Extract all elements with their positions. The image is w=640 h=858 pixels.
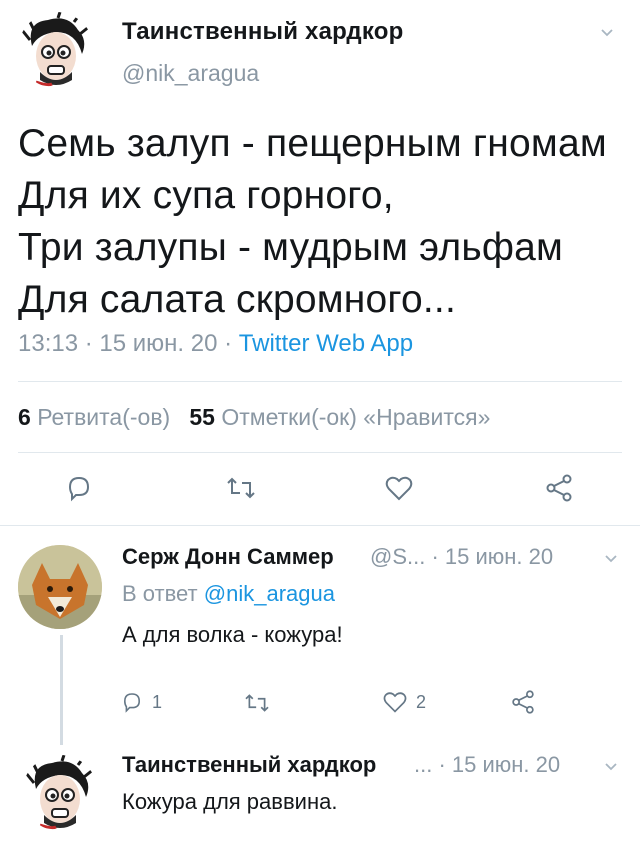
reply-count: 1 [152,691,163,712]
reply-avatar[interactable] [18,545,102,629]
retweet-icon[interactable] [244,692,270,714]
retweets-label: Ретвита(-ов) [37,404,171,430]
author-avatar[interactable] [18,12,94,88]
chevron-down-icon[interactable] [604,760,618,774]
author-name[interactable]: Таинственный хардкор [122,18,403,46]
like-icon [383,692,407,713]
like-icon[interactable] [384,474,414,502]
reply-handle[interactable]: ... [414,752,432,777]
main-tweet: Таинственный хардкор @nik_aragua Семь за… [0,0,640,525]
chevron-down-icon[interactable] [600,26,614,40]
tweet-date[interactable]: 15 июн. 20 [99,330,217,357]
likes-stat[interactable]: 55 Отметки(-ок) «Нравится» [189,404,490,430]
reply-avatar[interactable] [22,755,98,831]
reply-date[interactable]: · 15 июн. 20 [425,544,553,569]
reply-text: Кожура для раввина. [122,789,338,814]
retweets-stat[interactable]: 6 Ретвита(-ов) [18,404,170,430]
reply-text: А для волка - кожура! [122,622,343,647]
divider [0,525,640,526]
tweet-stats: 6 Ретвита(-ов) 55 Отметки(-ок) «Нравится… [18,404,490,431]
meta-separator: · [217,330,239,357]
likes-label: Отметки(-ок) «Нравится» [221,404,491,430]
tweet-time: 13:13 [18,330,79,357]
like-action[interactable]: 2 [382,690,426,714]
divider [18,452,622,453]
reply-prefix: В ответ [122,581,198,606]
reply-author-name[interactable]: Таинственный хардкор [122,752,376,778]
author-handle[interactable]: @nik_aragua [122,60,259,87]
tweet-source[interactable]: Twitter Web App [239,330,413,357]
reply-action[interactable]: 1 [120,690,162,714]
likes-count: 55 [189,404,215,430]
reply-meta: ... · 15 июн. 20 [414,752,560,778]
retweet-icon[interactable] [226,475,256,501]
tweet-meta: 13:13 · 15 июн. 20 · Twitter Web App [18,330,413,358]
tweet-text: Семь залуп - пещерным гномам Для их супа… [18,122,607,321]
divider [18,381,622,382]
retweets-count: 6 [18,404,31,430]
chevron-down-icon[interactable] [604,552,618,566]
reply-icon [123,693,141,713]
meta-separator: · [78,330,100,357]
reply-icon[interactable] [64,473,94,503]
share-icon[interactable] [510,690,536,714]
reply-date[interactable]: · 15 июн. 20 [432,752,560,777]
reply-author-name[interactable]: Серж Донн Саммер [122,544,334,570]
share-icon[interactable] [544,474,574,502]
reply-handle[interactable]: @S... [370,544,425,569]
reply-to-handle[interactable]: @nik_aragua [204,581,335,606]
reply-meta: @S... · 15 июн. 20 [370,544,553,570]
like-count: 2 [416,691,427,712]
thread-line [60,635,63,745]
in-reply-to: В ответ @nik_aragua [122,581,335,607]
